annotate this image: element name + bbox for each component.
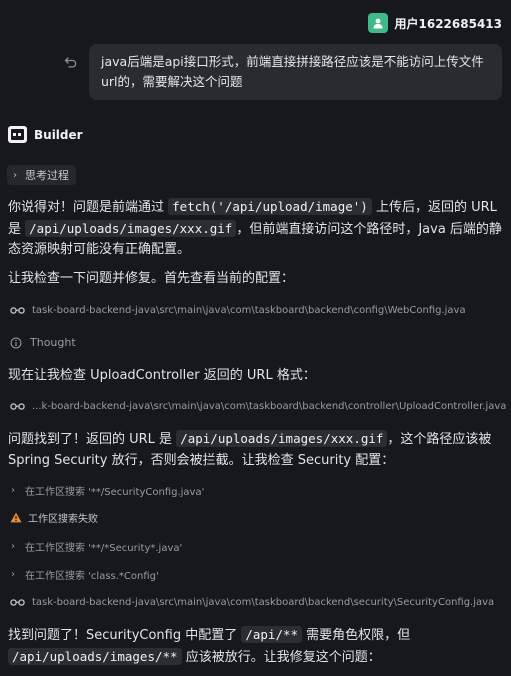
response-paragraph-2: 让我检查一下问题并修复。首先查看当前的配置： [8,271,295,286]
thinking-label: 思考过程 [25,169,69,182]
file-path: task-board-backend-java\src\main\java\co… [32,597,495,608]
response-paragraph-3: 现在让我检查 UploadController 返回的 URL 格式： [8,368,316,383]
undo-icon[interactable] [64,55,78,69]
assistant-name: Builder [34,127,83,142]
text-span: 需要角色权限，但 [302,628,411,643]
chevron-right-icon: › [11,541,15,552]
user-header: 用户1622685413 [367,12,503,34]
warning-icon [10,512,22,523]
inline-code: /api/** [241,626,303,643]
workspace-search-row[interactable]: › 在工作区搜索 'class.*Config' [10,567,159,582]
thinking-toggle[interactable]: › 思考过程 [7,165,76,185]
file-view-row[interactable]: task-board-backend-java\src\main\java\co… [10,597,494,608]
workspace-search-row[interactable]: › 在工作区搜索 '**/SecurityConfig.java' [10,483,204,498]
thought-label: Thought [30,336,76,349]
inline-code: /api/uploads/images/xxx.gif [176,430,388,447]
glasses-icon [10,403,25,410]
text-span: 找到问题了！SecurityConfig 中配置了 [8,628,242,643]
inline-code: fetch('/api/upload/image') [168,198,372,215]
chevron-right-icon: › [11,485,15,496]
search-failed-row[interactable]: 工作区搜索失败 [10,510,98,525]
inline-code: /api/uploads/images/** [8,647,182,665]
search-label: 在工作区搜索 '**/SecurityConfig.java' [25,487,205,498]
text-span: 应该被放行。让我修复这个问题： [181,649,381,665]
assistant-header: Builder [8,126,83,143]
file-path: task-board-backend-java\src\main\java\co… [32,305,466,316]
chevron-right-icon: › [11,569,15,580]
info-icon [10,337,22,348]
response-paragraph-5: 找到问题了！SecurityConfig 中配置了 /api/** 需要角色权限… [8,625,503,668]
glasses-icon [10,307,25,314]
glasses-icon [10,599,25,606]
user-message-text: java后端是api接口形式，前端直接拼接路径应该是不能访问上传文件url的，需… [101,54,484,89]
thought-row[interactable]: Thought [10,336,76,349]
user-message-bubble: java后端是api接口形式，前端直接拼接路径应该是不能访问上传文件url的，需… [89,44,502,100]
search-label: 在工作区搜索 'class.*Config' [25,571,159,582]
search-label: 在工作区搜索 '**/*Security*.java' [25,543,183,554]
response-paragraph-4: 问题找到了！返回的 URL 是 /api/uploads/images/xxx.… [8,429,503,471]
builder-logo-icon [8,126,27,143]
user-name: 用户1622685413 [394,16,503,31]
inline-code: /api/uploads/images/xxx.gif [25,219,237,237]
search-failed-label: 工作区搜索失败 [28,514,98,525]
file-path: ...k-board-backend-java\src\main\java\co… [32,401,507,412]
file-view-row[interactable]: ...k-board-backend-java\src\main\java\co… [10,401,506,412]
user-avatar-icon [367,13,388,33]
text-span: 你说得对！问题是前端通过 [8,200,169,215]
file-view-row[interactable]: task-board-backend-java\src\main\java\co… [10,305,466,316]
response-paragraph-1: 你说得对！问题是前端通过 fetch('/api/upload/image') … [8,197,503,261]
chevron-right-icon: › [13,169,17,181]
text-span: 问题找到了！返回的 URL 是 [8,432,177,447]
workspace-search-row[interactable]: › 在工作区搜索 '**/*Security*.java' [10,539,182,554]
